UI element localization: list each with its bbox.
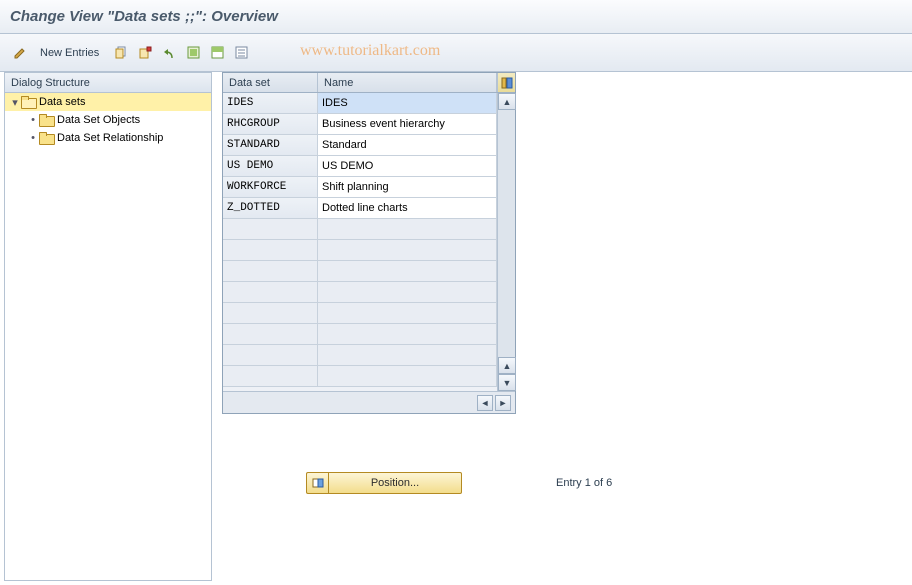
dialog-structure-pane: Dialog Structure ▾ Data sets • Data Set …	[4, 72, 212, 581]
undo-icon[interactable]	[159, 43, 179, 63]
table-row-empty	[223, 345, 497, 366]
cell-name[interactable]: Dotted line charts	[318, 198, 497, 218]
watermark-text: www.tutorialkart.com	[300, 42, 440, 60]
edit-icon[interactable]	[10, 43, 30, 63]
cell-empty	[223, 324, 318, 344]
page-title: Change View "Data sets ;;": Overview	[0, 0, 912, 34]
cell-empty	[223, 261, 318, 281]
column-header-data-set[interactable]: Data set	[223, 73, 318, 92]
table-row[interactable]: IDESIDES	[223, 93, 497, 114]
cell-empty	[318, 261, 497, 281]
tree-collapse-icon[interactable]: ▾	[9, 96, 21, 109]
cell-empty	[223, 345, 318, 365]
cell-name[interactable]: Business event hierarchy	[318, 114, 497, 134]
scrollbar-track[interactable]	[498, 110, 515, 357]
cell-name[interactable]: IDES	[318, 93, 497, 113]
cell-empty	[318, 282, 497, 302]
copy-icon[interactable]	[111, 43, 131, 63]
select-all-icon[interactable]	[183, 43, 203, 63]
position-icon[interactable]	[306, 472, 328, 494]
table-row-empty	[223, 366, 497, 387]
cell-data-set[interactable]: IDES	[223, 93, 318, 113]
scroll-left-button[interactable]: ◄	[477, 395, 493, 411]
entry-count-label: Entry 1 of 6	[556, 477, 612, 489]
cell-empty	[318, 366, 497, 386]
tree-node-data-set-relationship[interactable]: • Data Set Relationship	[23, 129, 211, 147]
horizontal-scrollbar[interactable]: ◄ ►	[223, 391, 515, 413]
table-config-button[interactable]	[497, 73, 515, 92]
cell-name[interactable]: Standard	[318, 135, 497, 155]
table-row-empty	[223, 219, 497, 240]
cell-empty	[223, 282, 318, 302]
table-row-empty	[223, 303, 497, 324]
scroll-down-up-icon[interactable]: ▲	[498, 357, 516, 374]
cell-data-set[interactable]: STANDARD	[223, 135, 318, 155]
cell-data-set[interactable]: US DEMO	[223, 156, 318, 176]
table-header-row: Data set Name	[223, 73, 515, 93]
select-block-icon[interactable]	[207, 43, 227, 63]
folder-icon	[39, 133, 53, 144]
toolbar: New Entries www.tutorialkart.com	[0, 34, 912, 72]
footer: Position... Entry 1 of 6	[222, 472, 612, 494]
cell-empty	[223, 303, 318, 323]
cell-data-set[interactable]: WORKFORCE	[223, 177, 318, 197]
tree-bullet-icon: •	[27, 114, 39, 126]
tree-node-data-set-objects[interactable]: • Data Set Objects	[23, 111, 211, 129]
table-row[interactable]: RHCGROUPBusiness event hierarchy	[223, 114, 497, 135]
table-row[interactable]: US DEMOUS DEMO	[223, 156, 497, 177]
cell-data-set[interactable]: Z_DOTTED	[223, 198, 318, 218]
tree-node-data-sets[interactable]: ▾ Data sets	[5, 93, 211, 111]
scroll-up-button[interactable]: ▲	[498, 93, 516, 110]
table-row[interactable]: WORKFORCEShift planning	[223, 177, 497, 198]
cell-data-set[interactable]: RHCGROUP	[223, 114, 318, 134]
position-button[interactable]: Position...	[328, 472, 462, 494]
cell-empty	[318, 324, 497, 344]
tree-node-label: Data sets	[39, 96, 85, 108]
folder-open-icon	[21, 97, 35, 108]
folder-icon	[39, 115, 53, 126]
dialog-structure-header: Dialog Structure	[5, 73, 211, 93]
new-entries-button[interactable]: New Entries	[36, 45, 103, 61]
table-row-empty	[223, 324, 497, 345]
cell-empty	[223, 240, 318, 260]
cell-empty	[318, 345, 497, 365]
scroll-right-button[interactable]: ►	[495, 395, 511, 411]
table-row-empty	[223, 282, 497, 303]
table-row[interactable]: Z_DOTTEDDotted line charts	[223, 198, 497, 219]
page-title-text: Change View "Data sets ;;": Overview	[10, 8, 278, 25]
tree-children: • Data Set Objects • Data Set Relationsh…	[5, 111, 211, 147]
position-button-group: Position...	[306, 472, 462, 494]
tree-bullet-icon: •	[27, 132, 39, 144]
data-sets-table: Data set Name IDESIDESRHCGROUPBusiness e…	[222, 72, 516, 414]
column-header-name[interactable]: Name	[318, 73, 497, 92]
table-row[interactable]: STANDARDStandard	[223, 135, 497, 156]
scroll-down-button[interactable]: ▼	[498, 374, 516, 391]
cell-empty	[223, 219, 318, 239]
cell-empty	[318, 240, 497, 260]
deselect-all-icon[interactable]	[231, 43, 251, 63]
delete-icon[interactable]	[135, 43, 155, 63]
cell-empty	[223, 366, 318, 386]
table-row-empty	[223, 240, 497, 261]
vertical-scrollbar[interactable]: ▲ ▲ ▼	[497, 93, 515, 391]
cell-name[interactable]: Shift planning	[318, 177, 497, 197]
tree-node-label: Data Set Relationship	[57, 132, 163, 144]
cell-name[interactable]: US DEMO	[318, 156, 497, 176]
tree-node-label: Data Set Objects	[57, 114, 140, 126]
cell-empty	[318, 219, 497, 239]
cell-empty	[318, 303, 497, 323]
body-area: Dialog Structure ▾ Data sets • Data Set …	[0, 72, 912, 585]
main-pane: Data set Name IDESIDESRHCGROUPBusiness e…	[222, 72, 908, 581]
table-row-empty	[223, 261, 497, 282]
table-body: IDESIDESRHCGROUPBusiness event hierarchy…	[223, 93, 497, 391]
